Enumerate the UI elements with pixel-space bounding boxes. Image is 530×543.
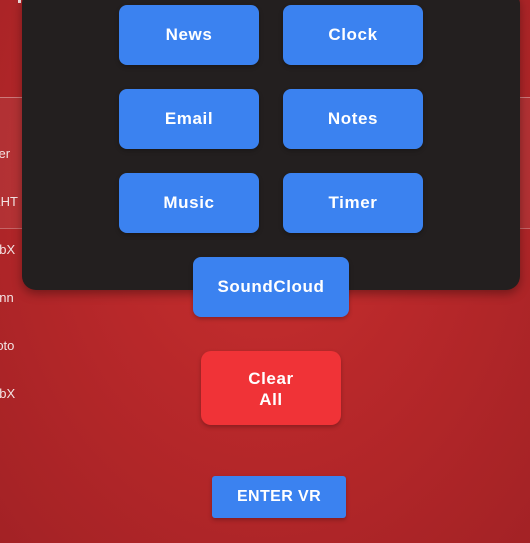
news-button[interactable]: News bbox=[119, 5, 259, 65]
clock-button-label: Clock bbox=[328, 25, 378, 44]
clock-button[interactable]: Clock bbox=[283, 5, 423, 65]
email-button[interactable]: Email bbox=[119, 89, 259, 149]
background-text-line: ebX bbox=[0, 386, 16, 401]
soundcloud-button[interactable]: SoundCloud bbox=[193, 257, 349, 317]
news-button-label: News bbox=[165, 25, 213, 44]
clear-all-label-line2: All bbox=[259, 390, 283, 409]
email-button-label: Email bbox=[164, 109, 214, 128]
clear-all-label-line1: Clear bbox=[248, 369, 294, 388]
enter-vr-label: ENTER VR bbox=[236, 488, 322, 505]
music-button-label: Music bbox=[163, 193, 215, 212]
notes-button[interactable]: Notes bbox=[283, 89, 423, 149]
notes-button-label: Notes bbox=[327, 109, 379, 128]
timer-button-label: Timer bbox=[328, 193, 378, 212]
soundcloud-button-label: SoundCloud bbox=[217, 277, 325, 296]
background-text-line: unn bbox=[0, 290, 14, 305]
background-text-line: roto bbox=[0, 338, 15, 353]
background-top-tick-left bbox=[18, 0, 21, 3]
music-button[interactable]: Music bbox=[119, 173, 259, 233]
clear-all-button[interactable]: Clear All bbox=[201, 351, 341, 425]
enter-vr-button[interactable]: ENTER VR bbox=[212, 476, 346, 518]
timer-button[interactable]: Timer bbox=[283, 173, 423, 233]
app-launcher-panel bbox=[22, 0, 520, 290]
